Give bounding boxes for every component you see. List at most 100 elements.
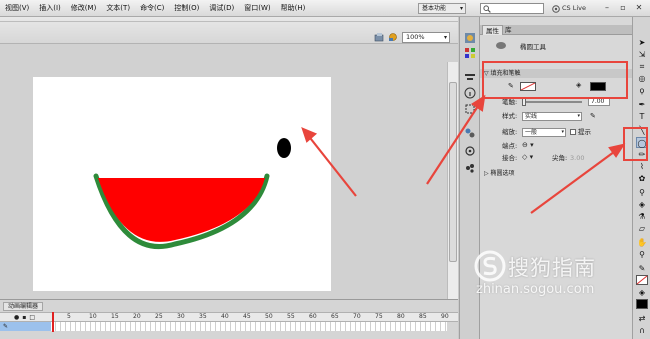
- hint-checkbox[interactable]: [570, 129, 576, 135]
- tab-properties[interactable]: 属性: [482, 25, 503, 35]
- lasso-tool-icon[interactable]: ϙ: [636, 85, 648, 96]
- menu-control[interactable]: 控制(O): [169, 0, 204, 17]
- pen-tool-icon[interactable]: ✒: [636, 99, 648, 110]
- maximize-button[interactable]: ▫: [616, 2, 630, 14]
- cs-live-button[interactable]: CS Live: [552, 2, 586, 15]
- 3d-rotation-tool-icon[interactable]: ◎: [636, 73, 648, 84]
- frame-number: 75: [375, 313, 383, 320]
- hint-label: 提示: [578, 128, 591, 136]
- minimize-button[interactable]: –: [600, 2, 614, 14]
- oval-options-section[interactable]: ▷ 椭圆选项: [480, 169, 632, 178]
- miter-label: 尖角:: [552, 154, 568, 162]
- frame-number: 60: [309, 313, 317, 320]
- brush-tool-icon[interactable]: ⌇: [636, 161, 648, 172]
- chevron-down-icon: ▾: [561, 129, 564, 135]
- transform-panel-icon[interactable]: [464, 103, 476, 115]
- section-title: 椭圆选项: [490, 170, 515, 177]
- selection-tool-icon[interactable]: ➤: [636, 37, 648, 48]
- cs-live-icon: [552, 4, 560, 13]
- hand-tool-icon[interactable]: ✋: [636, 237, 648, 248]
- lock-icon[interactable]: ▪: [22, 314, 26, 321]
- eye-icon[interactable]: ●: [14, 314, 19, 321]
- tab-library[interactable]: 库: [502, 25, 515, 35]
- color-panel-icon[interactable]: [464, 32, 476, 44]
- menu-insert[interactable]: 插入(I): [34, 0, 66, 17]
- eyedropper-tool-icon[interactable]: ⚗: [636, 211, 648, 222]
- frame-number: 10: [89, 313, 97, 320]
- edit-symbols-icon[interactable]: [388, 32, 398, 42]
- close-button[interactable]: ✕: [632, 2, 646, 14]
- frame-number: 85: [419, 313, 427, 320]
- playhead[interactable]: [52, 312, 54, 332]
- style-select[interactable]: 实线 ▾: [522, 112, 582, 121]
- menu-view[interactable]: 视图(V): [0, 0, 34, 17]
- movie-explorer-icon[interactable]: [464, 162, 476, 174]
- frame-cells[interactable]: [51, 322, 447, 331]
- properties-tab-bar: 属性 库: [480, 25, 632, 35]
- frame-number: 35: [199, 313, 207, 320]
- swap-colors-icon[interactable]: ⇄: [636, 313, 648, 324]
- workspace-switcher[interactable]: 基本功能 ▾: [418, 3, 466, 14]
- stroke-slider-knob[interactable]: [522, 98, 526, 106]
- menu-text[interactable]: 文本(T): [101, 0, 135, 17]
- snap-magnet-icon[interactable]: ∩: [636, 325, 648, 336]
- layer-row[interactable]: ✎: [0, 322, 51, 331]
- cap-select[interactable]: ⊖ ▾: [522, 141, 534, 149]
- frame-number: 70: [353, 313, 361, 320]
- deco-tool-icon[interactable]: ✿: [636, 173, 648, 184]
- scrollbar-thumb[interactable]: [449, 82, 457, 262]
- bone-tool-icon[interactable]: ⚲: [636, 187, 648, 198]
- eraser-tool-icon[interactable]: ▱: [636, 223, 648, 234]
- tab-motion-editor[interactable]: 动画编辑器: [3, 302, 44, 311]
- menu-help[interactable]: 帮助(H): [276, 0, 311, 17]
- behaviors-panel-icon[interactable]: [464, 145, 476, 157]
- menu-modify[interactable]: 修改(M): [66, 0, 102, 17]
- edit-scene-icon[interactable]: [374, 32, 384, 42]
- outline-icon[interactable]: □: [29, 314, 35, 321]
- menubar: 视图(V) 插入(I) 修改(M) 文本(T) 命令(C) 控制(O) 调试(D…: [0, 0, 650, 17]
- cs-live-label: CS Live: [562, 4, 587, 12]
- style-value: 实线: [525, 113, 538, 120]
- search-icon: [483, 5, 491, 13]
- tab-label: 动画编辑器: [8, 303, 39, 310]
- text-tool-icon[interactable]: T: [636, 111, 648, 122]
- menu-debug[interactable]: 调试(D): [204, 0, 239, 17]
- stroke-slider-track[interactable]: [522, 101, 582, 103]
- subselection-tool-icon[interactable]: ⇲: [636, 49, 648, 60]
- frame-number: 50: [265, 313, 273, 320]
- paint-bucket-tool-icon[interactable]: ◈: [636, 199, 648, 210]
- info-panel-icon[interactable]: [464, 87, 476, 99]
- zoom-value: 100%: [406, 33, 425, 41]
- swatches-panel-icon[interactable]: [464, 47, 476, 59]
- frame-number: 45: [243, 313, 251, 320]
- frame-number: 20: [133, 313, 141, 320]
- edit-bar: 100% ▾: [0, 17, 458, 44]
- document-area: 100% ▾: [0, 17, 458, 315]
- frame-number: 25: [155, 313, 163, 320]
- frame-number: 55: [287, 313, 295, 320]
- stage-drawing: [93, 138, 291, 250]
- current-tool-name: 椭圆工具: [520, 43, 546, 51]
- components-panel-icon[interactable]: [464, 127, 476, 139]
- annotation-box-fill-stroke: [482, 61, 628, 99]
- miter-value[interactable]: 3.00: [570, 153, 584, 163]
- scale-select[interactable]: 一般 ▾: [522, 128, 566, 137]
- edit-stroke-style-icon[interactable]: ✎: [590, 112, 596, 120]
- style-label: 样式:: [502, 112, 518, 120]
- menu-window[interactable]: 窗口(W): [239, 0, 275, 17]
- watermark-text: 搜狗指南: [508, 256, 596, 280]
- stage[interactable]: [33, 77, 331, 291]
- menu-commands[interactable]: 命令(C): [135, 0, 169, 17]
- join-label: 接合:: [502, 154, 518, 162]
- sogou-logo-icon: [474, 250, 506, 282]
- pencil-icon: ✎: [3, 323, 9, 330]
- align-panel-icon[interactable]: [464, 72, 476, 84]
- frame-number: 80: [397, 313, 405, 320]
- vertical-scrollbar[interactable]: [447, 62, 458, 304]
- chevron-down-icon: ▾: [459, 5, 463, 12]
- watermelon-seed-eye[interactable]: [277, 138, 291, 158]
- search-input[interactable]: [480, 3, 544, 14]
- join-select[interactable]: ◇ ▾: [522, 153, 533, 161]
- zoom-select[interactable]: 100% ▾: [402, 32, 450, 43]
- free-transform-tool-icon[interactable]: ⌗: [636, 61, 648, 72]
